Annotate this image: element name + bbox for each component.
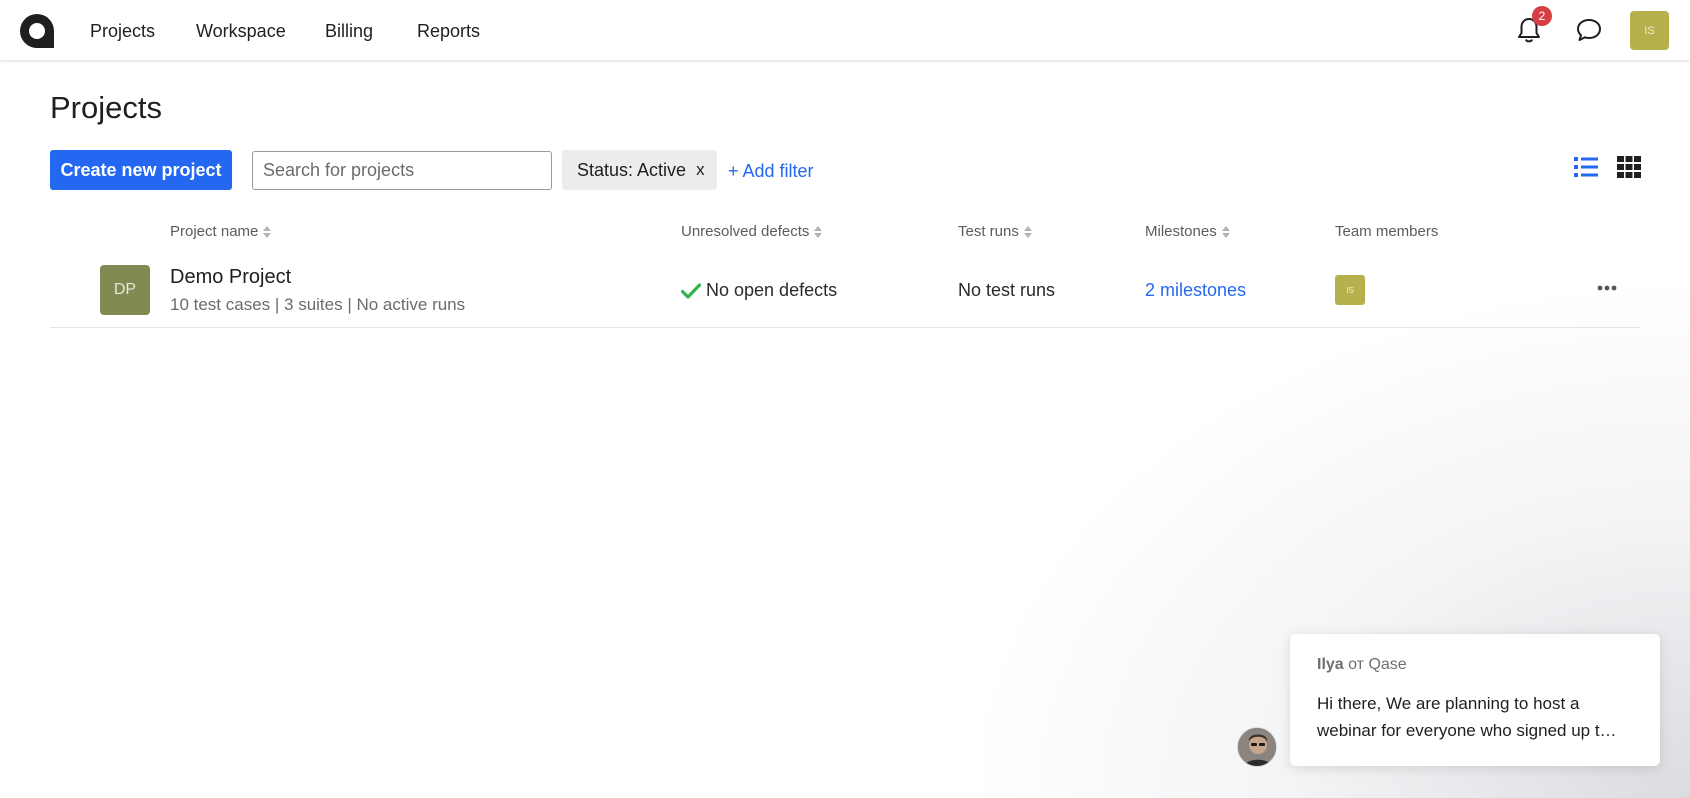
chat-sender-suffix: от Qase bbox=[1343, 656, 1407, 673]
list-view-icon[interactable] bbox=[1574, 156, 1598, 178]
sort-icon bbox=[814, 225, 823, 238]
filter-chip-label: Status: Active bbox=[577, 159, 687, 180]
page-title: Projects bbox=[50, 90, 162, 125]
column-header-defects[interactable]: Unresolved defects bbox=[681, 223, 823, 240]
chat-bubble-icon[interactable] bbox=[1575, 17, 1603, 43]
column-header-project-name[interactable]: Project name bbox=[170, 223, 272, 240]
team-member-avatar[interactable]: IS bbox=[1335, 275, 1365, 305]
column-header-milestones[interactable]: Milestones bbox=[1145, 223, 1230, 240]
column-header-label: Test runs bbox=[958, 223, 1019, 240]
check-icon bbox=[681, 282, 701, 299]
logo-icon[interactable] bbox=[19, 13, 55, 49]
milestones-link[interactable]: 2 milestones bbox=[1145, 280, 1246, 301]
nav-reports[interactable]: Reports bbox=[417, 21, 480, 42]
user-avatar[interactable]: IS bbox=[1630, 11, 1669, 50]
test-runs-cell: No test runs bbox=[958, 280, 1056, 300]
status-filter-chip: Status: Active x bbox=[562, 150, 717, 190]
nav-workspace[interactable]: Workspace bbox=[196, 21, 286, 42]
table-row[interactable]: DP Demo Project 10 test cases | 3 suites… bbox=[50, 250, 1640, 328]
grid-view-icon[interactable] bbox=[1617, 156, 1641, 178]
sort-icon bbox=[263, 225, 272, 238]
column-header-test-runs[interactable]: Test runs bbox=[958, 223, 1032, 240]
search-input[interactable] bbox=[252, 151, 552, 190]
chat-agent-avatar[interactable] bbox=[1237, 727, 1277, 767]
more-icon[interactable] bbox=[1596, 280, 1618, 296]
agent-photo-icon bbox=[1238, 728, 1276, 766]
chat-message-text: Hi there, We are planning to host a webi… bbox=[1317, 694, 1617, 740]
column-header-team-members: Team members bbox=[1335, 223, 1438, 240]
create-project-button[interactable]: Create new project bbox=[50, 150, 232, 190]
project-name-link[interactable]: Demo Project bbox=[170, 266, 291, 289]
column-header-label: Unresolved defects bbox=[681, 223, 810, 240]
column-header-label: Milestones bbox=[1145, 223, 1217, 240]
defects-cell: No open defects bbox=[681, 280, 837, 301]
project-avatar[interactable]: DP bbox=[100, 265, 150, 315]
chat-message-card[interactable]: Ilya от Qase Hi there, We are planning t… bbox=[1290, 634, 1660, 766]
notification-badge: 2 bbox=[1532, 6, 1552, 26]
column-header-label: Team members bbox=[1335, 223, 1439, 240]
nav-billing[interactable]: Billing bbox=[325, 21, 373, 42]
add-filter-link[interactable]: + Add filter bbox=[728, 161, 814, 182]
project-meta: 10 test cases | 3 suites | No active run… bbox=[170, 295, 466, 314]
top-navbar: Projects Workspace Billing Reports 2 IS bbox=[0, 0, 1690, 60]
chat-sender: Ilya от Qase bbox=[1317, 656, 1633, 674]
nav-projects[interactable]: Projects bbox=[90, 21, 155, 42]
column-header-label: Project name bbox=[170, 223, 259, 240]
remove-filter-button[interactable]: x bbox=[696, 160, 705, 180]
sort-icon bbox=[1023, 225, 1032, 238]
sort-icon bbox=[1221, 225, 1230, 238]
chat-sender-name: Ilya bbox=[1317, 656, 1344, 673]
defects-text: No open defects bbox=[706, 280, 838, 300]
